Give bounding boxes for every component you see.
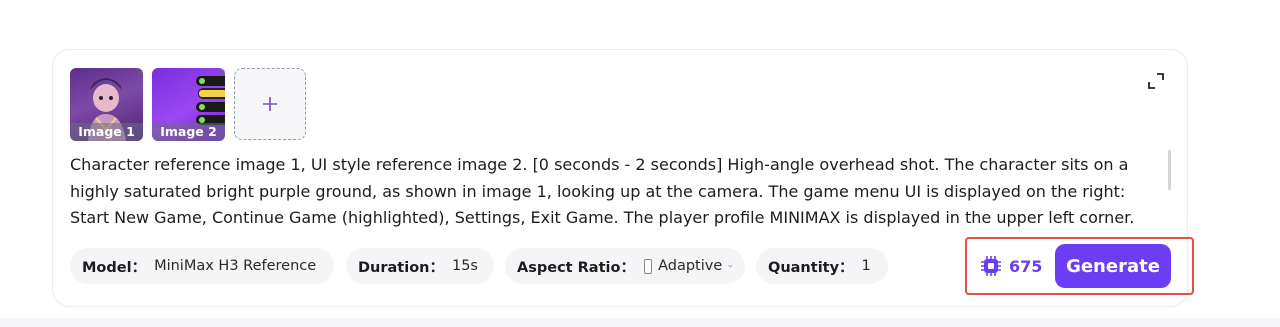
duration-label: Duration： [358, 259, 444, 276]
reference-image-1[interactable]: Image 1 [70, 68, 143, 141]
quantity-select[interactable]: Quantity： 1 [756, 248, 888, 284]
aspect-ratio-select[interactable]: Aspect Ratio： Adaptive [505, 248, 745, 284]
model-value: MiniMax H3 Reference [154, 258, 317, 274]
duration-select[interactable]: Duration： 15s [346, 248, 494, 284]
adaptive-checkbox[interactable] [643, 258, 653, 274]
aspect-ratio-label: Aspect Ratio： [517, 259, 635, 276]
aspect-ratio-value: Adaptive [658, 258, 723, 274]
remove-image-1-icon[interactable]: × [134, 68, 146, 80]
model-label: Model： [82, 259, 147, 276]
credits-display: 675 [980, 254, 1042, 278]
plus-icon [263, 97, 277, 111]
model-select[interactable]: Model： MiniMax H3 Reference [70, 248, 334, 284]
expand-icon[interactable] [1147, 72, 1165, 90]
duration-value: 15s [451, 258, 478, 274]
prompt-textarea[interactable]: Character reference image 1, UI style re… [70, 152, 1160, 232]
reference-image-2[interactable]: Image 2 [152, 68, 225, 141]
image-2-label: Image 2 [152, 123, 225, 141]
quantity-value: 1 [861, 258, 871, 274]
generate-button[interactable]: Generate [1055, 244, 1171, 288]
remove-image-2-icon[interactable]: × [216, 68, 228, 80]
chevron-down-icon [728, 264, 733, 268]
prompt-scrollbar[interactable] [1168, 150, 1171, 190]
quantity-label: Quantity： [768, 259, 854, 276]
add-image-button[interactable] [234, 68, 306, 140]
page-bottom-band [0, 318, 1280, 327]
credit-chip-icon [981, 256, 1001, 276]
credits-value: 675 [1009, 256, 1043, 276]
image-1-label: Image 1 [70, 123, 143, 141]
